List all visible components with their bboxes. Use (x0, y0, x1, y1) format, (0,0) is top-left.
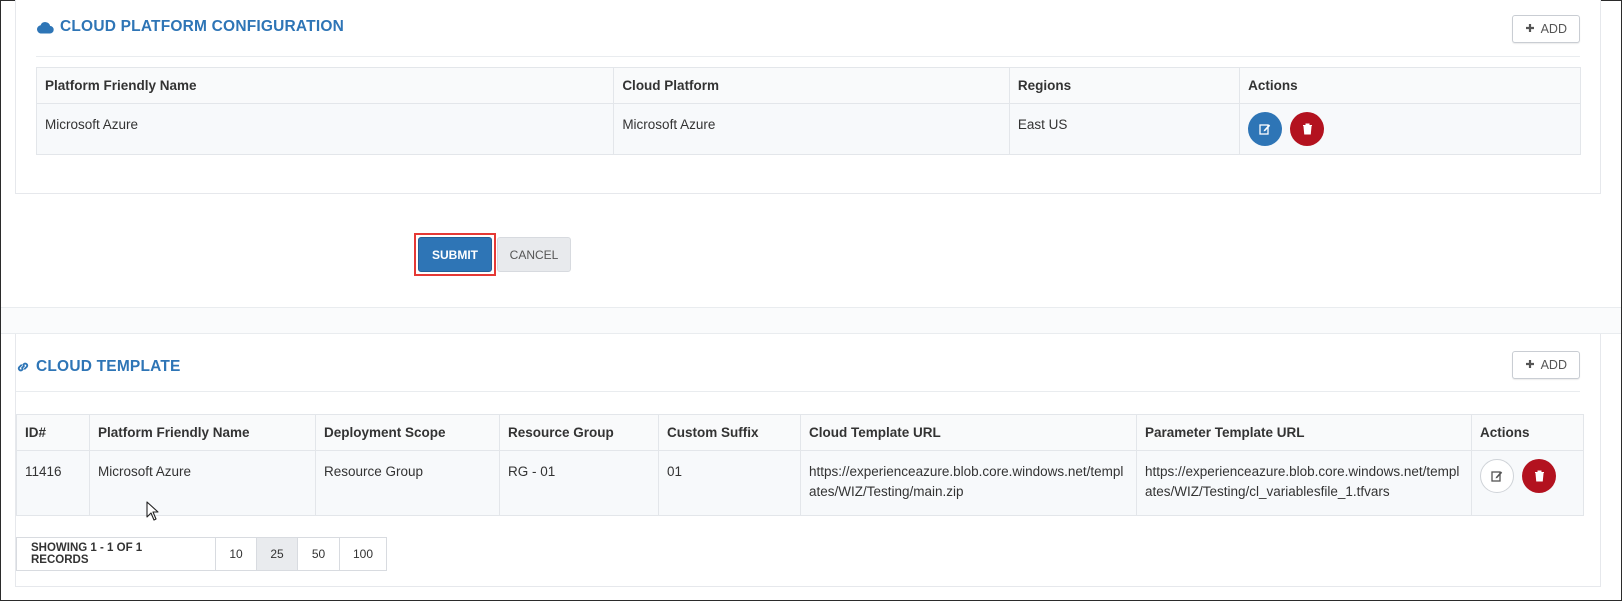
records-summary: SHOWING 1 - 1 OF 1 RECORDS (16, 537, 216, 571)
add-label: ADD (1540, 22, 1567, 36)
resource-group-cell: RG - 01 (499, 450, 659, 516)
actions-cell (1239, 103, 1581, 155)
edit-button[interactable] (1480, 459, 1514, 493)
regions-cell: East US (1008, 103, 1241, 155)
cloud-platform-title-text: CLOUD PLATFORM CONFIGURATION (60, 18, 344, 35)
page-size-25[interactable]: 25 (257, 537, 298, 571)
column-header: Actions (1239, 67, 1581, 104)
friendly-name-cell: Microsoft Azure (89, 450, 316, 516)
page-size-10[interactable]: 10 (216, 537, 257, 571)
delete-button[interactable] (1522, 459, 1556, 493)
column-header: Resource Group (499, 414, 659, 451)
deployment-scope-cell: Resource Group (315, 450, 500, 516)
trash-icon (1534, 470, 1544, 482)
mouse-cursor-icon (146, 501, 160, 526)
actions-cell (1471, 450, 1584, 516)
column-header: Platform Friendly Name (89, 414, 316, 451)
column-header: Cloud Platform (613, 67, 1010, 104)
column-header: Regions (1008, 67, 1241, 104)
page-size-50[interactable]: 50 (298, 537, 340, 571)
divider (16, 391, 1580, 392)
page-size-100[interactable]: 100 (340, 537, 387, 571)
add-cloud-template-button[interactable]: ADD (1511, 351, 1580, 379)
cancel-button[interactable]: CANCEL (497, 237, 571, 272)
table-row: 11416 Microsoft Azure Resource Group RG … (16, 450, 1584, 516)
cloud-platform-table: Platform Friendly Name Cloud Platform Re… (35, 67, 1581, 155)
divider (36, 56, 1580, 57)
plus-icon (1525, 22, 1535, 36)
add-cloud-platform-button[interactable]: ADD (1511, 15, 1580, 43)
column-header: Platform Friendly Name (35, 67, 615, 104)
table-header-row: ID# Platform Friendly Name Deployment Sc… (16, 414, 1584, 451)
column-header: ID# (16, 414, 90, 451)
cloud-template-panel: CLOUD TEMPLATE ADD ID# Platform Friendly… (15, 334, 1601, 587)
cloud-platform-cell: Microsoft Azure (613, 103, 1010, 155)
table-row: Microsoft Azure Microsoft Azure East US (35, 103, 1581, 155)
parameter-template-url-cell: https://experienceazure.blob.core.window… (1136, 450, 1472, 516)
edit-icon (1259, 124, 1271, 135)
section-separator (1, 307, 1621, 334)
id-cell: 11416 (16, 450, 90, 516)
edit-button[interactable] (1248, 112, 1283, 146)
cloud-template-table: ID# Platform Friendly Name Deployment Sc… (16, 414, 1584, 516)
friendly-name-cell: Microsoft Azure (35, 103, 615, 155)
link-icon (16, 360, 30, 374)
pagination: SHOWING 1 - 1 OF 1 RECORDS 10 25 50 100 (16, 537, 387, 571)
cloud-template-title: CLOUD TEMPLATE (16, 358, 181, 376)
column-header: Actions (1471, 414, 1584, 451)
column-header: Custom Suffix (658, 414, 801, 451)
add-label: ADD (1540, 358, 1567, 372)
cloud-icon (36, 21, 54, 34)
cloud-template-url-cell: https://experienceazure.blob.core.window… (800, 450, 1137, 516)
plus-icon (1525, 358, 1535, 372)
cloud-platform-title: CLOUD PLATFORM CONFIGURATION (36, 18, 344, 36)
cloud-template-title-text: CLOUD TEMPLATE (36, 358, 181, 375)
column-header: Parameter Template URL (1136, 414, 1472, 451)
trash-icon (1302, 123, 1312, 135)
column-header: Deployment Scope (315, 414, 500, 451)
edit-icon (1491, 471, 1503, 482)
delete-button[interactable] (1290, 112, 1325, 146)
cloud-platform-panel: CLOUD PLATFORM CONFIGURATION ADD Platfor… (15, 0, 1601, 194)
submit-button[interactable]: SUBMIT (418, 237, 492, 272)
column-header: Cloud Template URL (800, 414, 1137, 451)
custom-suffix-cell: 01 (658, 450, 801, 516)
table-header-row: Platform Friendly Name Cloud Platform Re… (35, 67, 1581, 104)
